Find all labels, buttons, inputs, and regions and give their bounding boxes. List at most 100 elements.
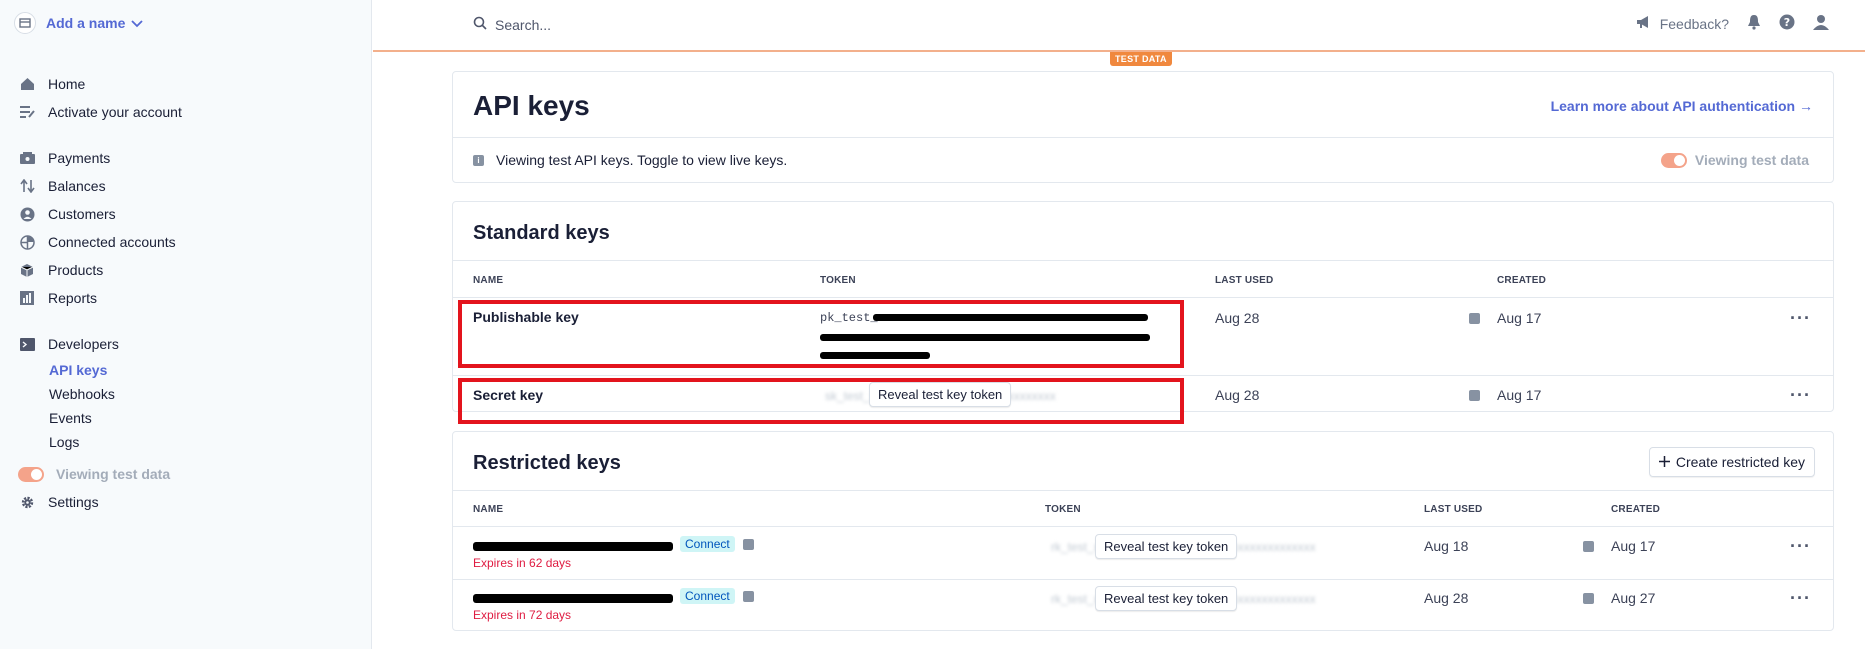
gear-icon: [18, 494, 36, 510]
create-button-label: Create restricted key: [1675, 454, 1805, 470]
create-restricted-key-button[interactable]: Create restricted key: [1648, 447, 1815, 477]
more-actions-icon[interactable]: ···: [1790, 589, 1811, 607]
sidebar-test-data-toggle[interactable]: Viewing test data: [18, 460, 358, 488]
sidebar-item-label: Connected accounts: [48, 234, 176, 250]
reveal-key-button[interactable]: Reveal test key token: [1095, 534, 1238, 559]
created-date: Aug 17: [1611, 538, 1656, 554]
expires-label: Expires in 62 days: [473, 556, 572, 570]
connect-badge: Connect: [680, 536, 735, 552]
info-icon[interactable]: [743, 539, 754, 550]
account-name: Add a name: [46, 15, 126, 31]
created-date: Aug 17: [1497, 310, 1542, 326]
last-used: Aug 28: [1215, 310, 1260, 326]
sidebar: Add a name Home Activate your account Pa…: [0, 0, 372, 649]
search-placeholder: Search...: [495, 16, 552, 33]
info-icon[interactable]: [743, 591, 754, 602]
viewing-test-toggle[interactable]: Viewing test data: [1660, 152, 1809, 168]
info-icon[interactable]: [1583, 593, 1594, 604]
sidebar-item-api-keys[interactable]: API keys: [18, 358, 358, 382]
sidebar-item-label: Settings: [48, 494, 99, 510]
sidebar-item-label: Reports: [48, 290, 98, 306]
column-header-created: CREATED: [1497, 275, 1546, 286]
column-header-token: TOKEN: [820, 275, 856, 286]
chevron-down-icon: [131, 15, 143, 31]
info-icon: i: [473, 154, 484, 166]
plus-icon: [1658, 454, 1670, 470]
api-keys-header-card: API keys Learn more about API authentica…: [452, 71, 1834, 183]
sidebar-item-settings[interactable]: Settings: [18, 488, 358, 516]
balances-icon: [18, 178, 36, 194]
divider: [453, 137, 1833, 138]
sidebar-item-label: Customers: [48, 206, 116, 222]
megaphone-icon: [1636, 15, 1652, 32]
sidebar-item-events[interactable]: Events: [18, 406, 358, 430]
sidebar-item-label: Activate your account: [48, 104, 182, 120]
last-used: Aug 18: [1424, 538, 1469, 554]
section-title: Standard keys: [473, 222, 610, 244]
sidebar-item-connected-accounts[interactable]: Connected accounts: [18, 228, 358, 256]
redaction-mark: [473, 542, 673, 551]
page-title: API keys: [473, 90, 590, 121]
sidebar-item-logs[interactable]: Logs: [18, 430, 358, 454]
column-header-created: CREATED: [1611, 504, 1660, 515]
svg-text:?: ?: [1784, 16, 1790, 29]
redaction-mark: [473, 594, 673, 603]
created-date: Aug 27: [1611, 590, 1656, 606]
column-header-name: NAME: [473, 504, 504, 515]
sidebar-item-label: Products: [48, 262, 104, 278]
sidebar-item-label: Developers: [48, 336, 119, 352]
search-icon: [473, 16, 487, 33]
bell-icon[interactable]: [1747, 14, 1761, 33]
info-text: Viewing test API keys. Toggle to view li…: [496, 152, 788, 168]
test-data-toggle-switch[interactable]: [1660, 152, 1687, 168]
reports-icon: [18, 290, 36, 306]
info-icon[interactable]: [1583, 541, 1594, 552]
terminal-icon: [18, 336, 36, 352]
help-icon[interactable]: ?: [1779, 14, 1795, 33]
column-header-last-used: LAST USED: [1215, 275, 1274, 286]
last-used: Aug 28: [1424, 590, 1469, 606]
sidebar-item-payments[interactable]: Payments: [18, 144, 358, 172]
customers-icon: [18, 206, 36, 222]
test-data-badge: TEST DATA: [1110, 52, 1172, 66]
sidebar-item-balances[interactable]: Balances: [18, 172, 358, 200]
last-used: Aug 28: [1215, 387, 1260, 403]
home-icon: [18, 76, 36, 92]
sidebar-item-developers[interactable]: Developers: [18, 330, 358, 358]
sidebar-item-label: Home: [48, 76, 86, 92]
more-actions-icon[interactable]: ···: [1790, 537, 1811, 555]
learn-more-link[interactable]: Learn more about API authentication →: [1551, 98, 1813, 114]
sidebar-item-webhooks[interactable]: Webhooks: [18, 382, 358, 406]
viewing-test-label: Viewing test data: [1694, 152, 1809, 168]
feedback-button[interactable]: Feedback?: [1636, 15, 1729, 32]
sidebar-item-label: Payments: [48, 150, 111, 166]
user-icon[interactable]: [1813, 14, 1829, 33]
sidebar-item-label: Balances: [48, 178, 106, 194]
highlight-box-publishable: [458, 300, 1184, 368]
checklist-icon: [18, 104, 36, 120]
sidebar-item-reports[interactable]: Reports: [18, 284, 358, 312]
more-actions-icon[interactable]: ···: [1790, 386, 1811, 404]
reveal-key-button[interactable]: Reveal test key token: [1095, 586, 1238, 611]
connect-badge: Connect: [680, 588, 735, 604]
sidebar-item-activate[interactable]: Activate your account: [18, 98, 358, 126]
sidebar-item-label: Viewing test data: [56, 466, 171, 482]
column-header-token: TOKEN: [1045, 504, 1081, 515]
created-date: Aug 17: [1497, 387, 1542, 403]
info-icon[interactable]: [1469, 390, 1480, 401]
payments-icon: [18, 150, 36, 166]
sidebar-item-products[interactable]: Products: [18, 256, 358, 284]
test-data-toggle-switch[interactable]: [18, 466, 44, 482]
sidebar-item-home[interactable]: Home: [18, 70, 358, 98]
more-actions-icon[interactable]: ···: [1790, 309, 1811, 327]
highlight-box-secret: [458, 378, 1184, 424]
expires-label: Expires in 72 days: [473, 608, 572, 622]
info-icon[interactable]: [1469, 313, 1480, 324]
feedback-label: Feedback?: [1659, 15, 1729, 32]
restricted-keys-card: Restricted keys Create restricted key NA…: [452, 431, 1834, 631]
search-input[interactable]: Search...: [473, 16, 551, 33]
account-switcher[interactable]: Add a name: [14, 12, 143, 34]
box-icon: [18, 262, 36, 278]
column-header-name: NAME: [473, 275, 504, 286]
sidebar-item-customers[interactable]: Customers: [18, 200, 358, 228]
